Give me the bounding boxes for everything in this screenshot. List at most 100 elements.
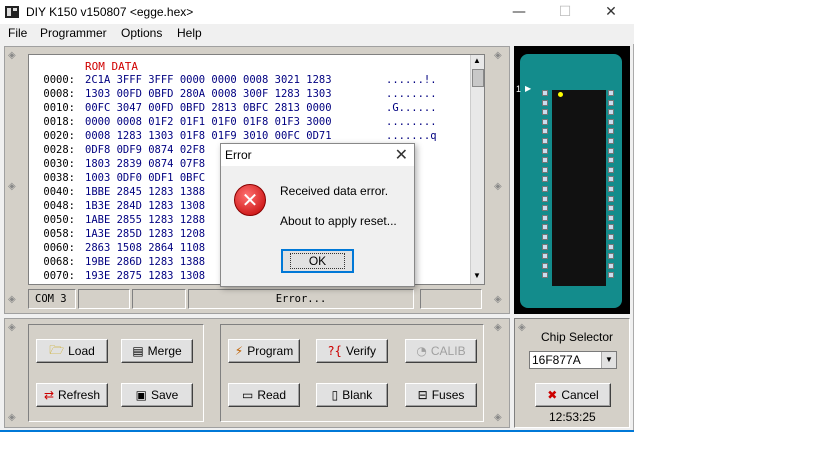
socket-pin-left	[542, 243, 548, 250]
hex-address: 0040:	[43, 186, 75, 198]
hex-address: 0048:	[43, 200, 75, 212]
program-button[interactable]: ⚡ Program	[228, 339, 300, 363]
title-bar: DIY K150 v150807 <egge.hex> — ☐ ✕	[0, 0, 634, 24]
pin1-label: 1	[516, 84, 522, 94]
socket-pin-left	[542, 195, 548, 202]
socket-pin-right	[608, 109, 614, 116]
blank-button[interactable]: ▯ Blank	[316, 383, 388, 407]
blank-label: Blank	[342, 388, 373, 402]
hex-address: 0038:	[43, 172, 75, 184]
floppy-disk-icon: ▣	[135, 388, 147, 402]
socket-pin-right	[608, 157, 614, 164]
socket-pin-left	[542, 99, 548, 106]
merge-button[interactable]: ▤ Merge	[121, 339, 193, 363]
splitter-down-icon[interactable]: ◈	[8, 294, 16, 305]
hex-ascii: .G......	[386, 102, 437, 114]
socket-pin-left	[542, 186, 548, 192]
dialog-body: ✕ Received data error. About to apply re…	[221, 166, 414, 286]
read-icon: ▭	[241, 388, 254, 402]
menu-options[interactable]: Options	[121, 26, 162, 40]
hex-data: 1803 2839 0874 07F8	[85, 158, 206, 170]
ok-button[interactable]: OK	[281, 249, 354, 273]
splitter-up-right-icon[interactable]: ◈	[494, 50, 502, 61]
socket-pin-right	[608, 118, 614, 125]
splitter-up-icon[interactable]: ◈	[8, 50, 16, 61]
socket-pin-left	[542, 214, 548, 221]
status-message: Error...	[188, 289, 414, 309]
scroll-up-icon[interactable]: ▲	[473, 56, 481, 65]
hex-scrollbar[interactable]: ▲ ▼	[470, 55, 484, 284]
chip-select-dropdown[interactable]: 16F877A ▼	[529, 351, 617, 369]
refresh-icon: ⇄	[43, 388, 55, 402]
load-button[interactable]: 🗁 Load	[36, 339, 108, 363]
merge-label: Merge	[147, 344, 182, 358]
close-window-button[interactable]: ✕	[588, 0, 634, 24]
fuses-button[interactable]: ⊟ Fuses	[405, 383, 477, 407]
socket-pin-right	[608, 195, 614, 202]
socket-pin-left	[542, 176, 548, 183]
save-label: Save	[150, 388, 179, 402]
refresh-button[interactable]: ⇄ Refresh	[36, 383, 108, 407]
calib-label: CALIB	[430, 344, 466, 358]
fuses-icon: ⊟	[417, 388, 428, 402]
chipsel-splitter-icon[interactable]: ◈	[518, 322, 526, 333]
read-button[interactable]: ▭ Read	[228, 383, 300, 407]
splitter-right-icon[interactable]: ◈	[494, 181, 502, 192]
hex-address: 0070:	[43, 270, 75, 282]
bottom-splitter-3-icon[interactable]: ◈	[494, 322, 502, 333]
socket-pin-left	[542, 205, 548, 212]
hex-data: 19BE 286D 1283 1388	[85, 256, 206, 268]
dialog-message-line2: About to apply reset...	[280, 214, 397, 228]
splitter-left-icon[interactable]: ◈	[8, 181, 16, 192]
menu-bar: File Programmer Options Help	[0, 24, 634, 44]
save-button[interactable]: ▣ Save	[121, 383, 193, 407]
verify-button[interactable]: ?{Verify	[316, 339, 388, 363]
menu-file[interactable]: File	[8, 26, 27, 40]
socket-pin-left	[542, 157, 548, 164]
hex-address: 0050:	[43, 214, 75, 226]
cancel-button[interactable]: ✖ Cancel	[535, 383, 611, 407]
error-dialog: Error ✕ ✕ Received data error. About to …	[220, 143, 415, 287]
socket-pin-left	[542, 118, 548, 125]
hex-data: 2C1A 3FFF 3FFF 0000 0000 0008 3021 1283	[85, 74, 332, 86]
menu-help[interactable]: Help	[177, 26, 202, 40]
dialog-message-line1: Received data error.	[280, 184, 389, 198]
hex-data: 1ABE 2855 1283 1288	[85, 214, 206, 226]
socket-pin-right	[608, 253, 614, 260]
bottom-splitter-icon[interactable]: ◈	[8, 322, 16, 333]
socket-pin-right	[608, 272, 614, 279]
verify-label: Verify	[346, 344, 377, 358]
chip-select-value: 16F877A	[532, 353, 581, 367]
socket-pin-right	[608, 224, 614, 231]
socket-pin-right	[608, 234, 614, 240]
status-port: COM 3	[28, 289, 76, 309]
hex-data: 1003 0DF0 0DF1 0BFC	[85, 172, 206, 184]
splitter-down-right-icon[interactable]: ◈	[494, 294, 502, 305]
hex-data: 0DF8 0DF9 0874 02F8	[85, 144, 206, 156]
hex-ascii: ........	[386, 116, 437, 128]
bottom-splitter-4-icon[interactable]: ◈	[494, 412, 502, 423]
socket-pin-right	[608, 128, 614, 135]
hex-ascii: .......q	[386, 130, 437, 142]
bottom-splitter-2-icon[interactable]: ◈	[8, 412, 16, 423]
clock-display: 12:53:25	[549, 410, 596, 424]
scroll-down-icon[interactable]: ▼	[473, 271, 481, 280]
status-cell-2	[78, 289, 130, 309]
chevron-down-icon[interactable]: ▼	[601, 352, 616, 368]
menu-programmer[interactable]: Programmer	[40, 26, 107, 40]
scroll-thumb[interactable]	[472, 69, 484, 87]
calib-gauge-icon: ◔	[416, 344, 427, 358]
maximize-button[interactable]: ☐	[542, 0, 588, 24]
minimize-button[interactable]: —	[496, 0, 542, 24]
hex-data: 1B3E 284D 1283 1308	[85, 200, 206, 212]
socket-pin-left	[542, 272, 548, 279]
hex-data: 1303 00FD 0BFD 280A 0008 300F 1283 1303	[85, 88, 332, 100]
socket-pin-right	[608, 186, 614, 192]
cancel-label: Cancel	[561, 388, 599, 402]
dialog-close-icon[interactable]: ✕	[395, 145, 408, 164]
calib-button[interactable]: ◔ CALIB	[405, 339, 477, 363]
chip-selector-label: Chip Selector	[541, 330, 614, 344]
window-title: DIY K150 v150807 <egge.hex>	[26, 5, 194, 19]
merge-icon: ▤	[132, 344, 144, 358]
zif-socket: 1 ▶	[516, 54, 622, 308]
